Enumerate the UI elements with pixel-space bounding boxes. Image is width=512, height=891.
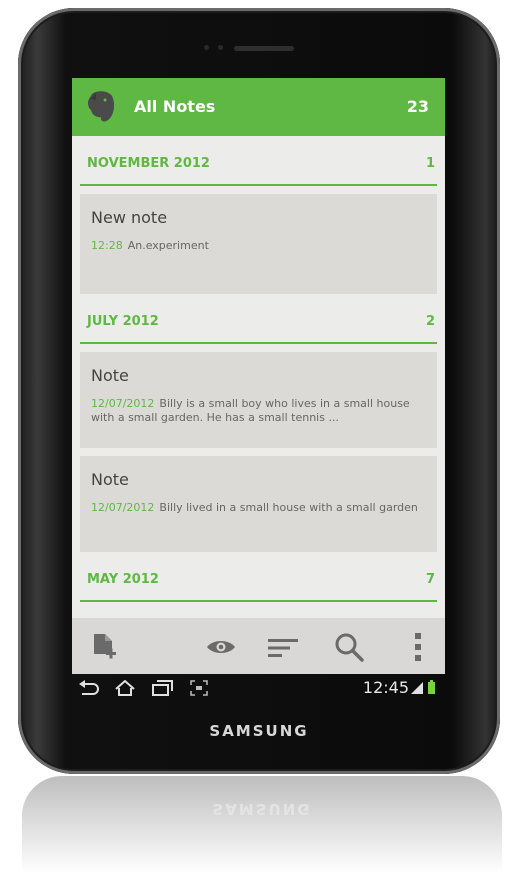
section-count: 1 bbox=[425, 156, 435, 171]
note-card[interactable]: New note 12:28 An.experiment bbox=[80, 194, 437, 294]
note-meta: 12:28 An.experiment bbox=[91, 239, 426, 253]
status-time: 12:45 bbox=[362, 678, 409, 697]
brand-reflection: SAMSUNG bbox=[212, 800, 312, 818]
page-title[interactable]: All Notes bbox=[134, 97, 215, 116]
note-title: Note bbox=[91, 470, 129, 489]
note-date: 12/07/2012 bbox=[91, 501, 155, 514]
recent-apps-icon[interactable] bbox=[152, 680, 174, 696]
section-count: 2 bbox=[425, 314, 435, 329]
home-icon[interactable] bbox=[114, 680, 136, 696]
back-icon[interactable] bbox=[78, 680, 100, 696]
overflow-menu-icon[interactable] bbox=[414, 632, 422, 662]
brand-label: SAMSUNG bbox=[209, 722, 309, 740]
device-reflection: SAMSUNG bbox=[22, 776, 502, 891]
signal-battery-icon bbox=[411, 680, 435, 694]
note-meta: 12/07/2012 Billy lived in a small house w… bbox=[91, 501, 426, 515]
section-title: NOVEMBER 2012 bbox=[87, 156, 210, 171]
note-card[interactable]: Note 12/07/2012 Billy is a small boy who … bbox=[80, 352, 437, 448]
app-screen: All Notes 23 NOVEMBER 2012 1 New note 12… bbox=[72, 78, 445, 674]
sensor-dot bbox=[204, 45, 209, 50]
section-header-may-2012: MAY 2012 7 bbox=[80, 552, 437, 602]
section-header-november-2012: NOVEMBER 2012 1 bbox=[80, 136, 437, 186]
notes-count: 23 bbox=[406, 97, 429, 116]
note-date: 12/07/2012 bbox=[91, 397, 155, 410]
note-card[interactable]: Note 12/07/2012 Billy lived in a small ho… bbox=[80, 456, 437, 552]
eye-icon[interactable] bbox=[206, 638, 236, 656]
new-note-icon[interactable] bbox=[92, 632, 118, 662]
section-header-july-2012: JULY 2012 2 bbox=[80, 294, 437, 344]
note-snippet: Billy lived in a small house with a smal… bbox=[159, 501, 418, 514]
note-title: Note bbox=[91, 366, 129, 385]
note-date: 12:28 bbox=[91, 239, 123, 252]
evernote-elephant-icon[interactable] bbox=[86, 90, 116, 123]
note-snippet: An.experiment bbox=[127, 239, 209, 252]
search-icon[interactable] bbox=[334, 632, 364, 662]
bottom-toolbar bbox=[72, 618, 445, 674]
action-bar: All Notes 23 bbox=[72, 78, 445, 136]
section-title: MAY 2012 bbox=[87, 572, 159, 587]
notes-list[interactable]: NOVEMBER 2012 1 New note 12:28 An.experim… bbox=[72, 136, 445, 618]
camera-dot bbox=[218, 45, 223, 50]
section-title: JULY 2012 bbox=[87, 314, 159, 329]
note-meta: 12/07/2012 Billy is a small boy who lives… bbox=[91, 397, 426, 425]
earpiece-speaker bbox=[234, 46, 294, 51]
section-count: 7 bbox=[425, 572, 435, 587]
sort-icon[interactable] bbox=[268, 638, 298, 658]
note-title: New note bbox=[91, 208, 168, 227]
screenshot-icon[interactable] bbox=[190, 680, 208, 696]
system-nav-bar: 12:45 bbox=[72, 674, 445, 704]
